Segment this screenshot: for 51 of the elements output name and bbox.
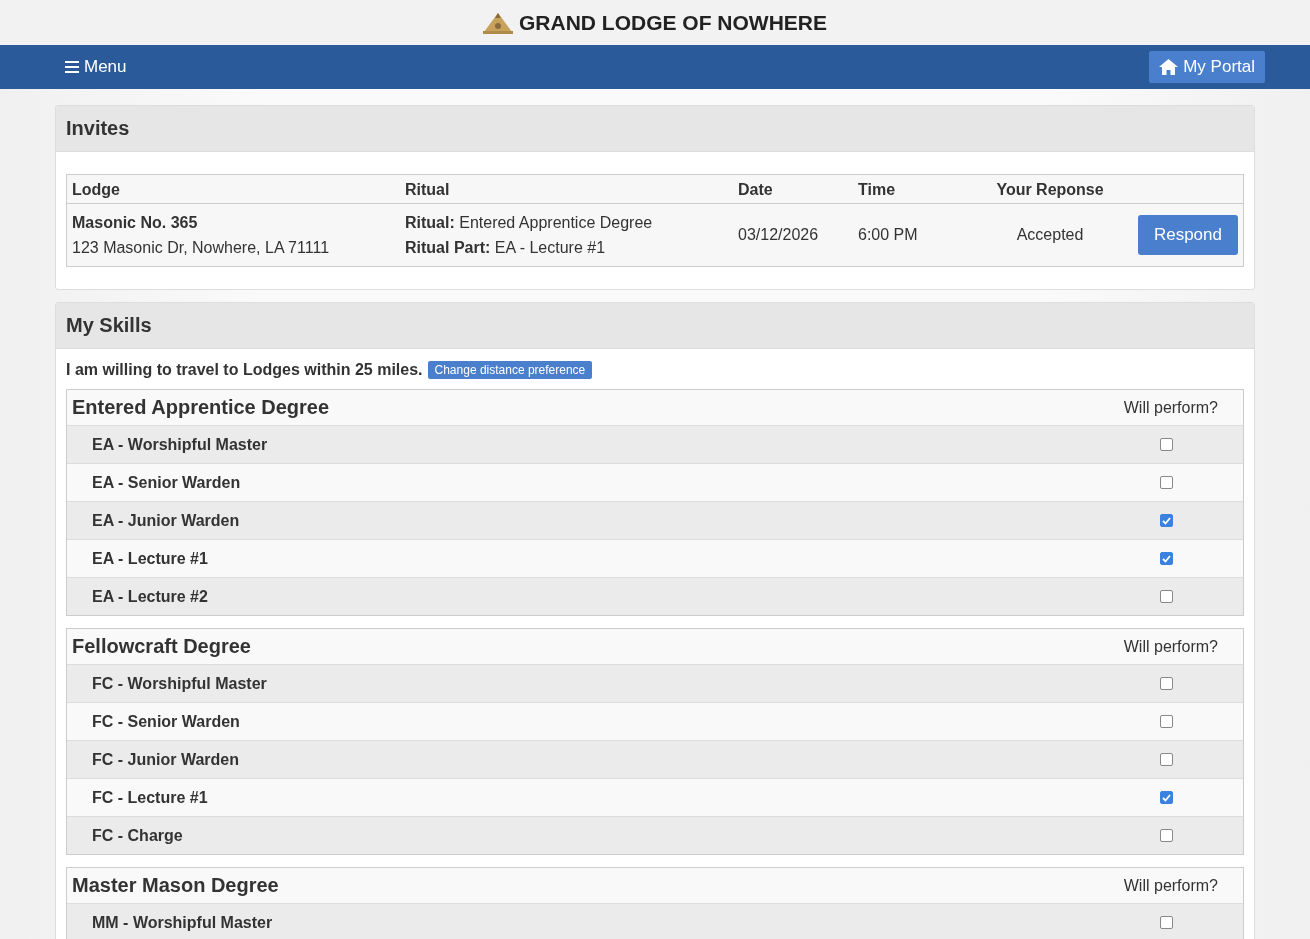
column-header: Time bbox=[853, 174, 983, 204]
perform-checkbox[interactable] bbox=[1160, 753, 1173, 766]
skill-label: FC - Worshipful Master bbox=[92, 674, 267, 693]
lodge-address: 123 Masonic Dr, Nowhere, LA 71111 bbox=[72, 238, 331, 258]
degree-title: Master Mason Degree bbox=[72, 874, 279, 897]
time-text: 6:00 PM bbox=[858, 226, 918, 243]
column-header: Lodge bbox=[66, 174, 400, 204]
perform-checkbox[interactable] bbox=[1160, 476, 1173, 489]
skill-label: EA - Lecture #1 bbox=[92, 549, 208, 568]
degree-title: Fellowcraft Degree bbox=[72, 635, 251, 658]
column-label: Will perform? bbox=[1123, 398, 1218, 417]
perform-checkbox[interactable] bbox=[1160, 590, 1173, 603]
column-label: Will perform? bbox=[1123, 637, 1218, 656]
degree-title: Entered Apprentice Degree bbox=[72, 396, 330, 419]
distance-text: I am willing to travel to Lodges within 25 miles. bbox=[66, 361, 423, 379]
skill-label: FC - Junior Warden bbox=[92, 750, 239, 769]
card-title: My Skills bbox=[66, 314, 152, 337]
perform-checkbox[interactable] bbox=[1160, 438, 1173, 451]
perform-checkbox[interactable] bbox=[1160, 829, 1173, 842]
skill-label: FC - Charge bbox=[92, 826, 183, 845]
date-text: 03/12/2026 bbox=[738, 226, 819, 243]
perform-checkbox[interactable] bbox=[1160, 514, 1173, 527]
perform-checkbox[interactable] bbox=[1160, 916, 1173, 929]
skill-label: FC - Senior Warden bbox=[92, 712, 240, 731]
pyramid-logo-icon bbox=[483, 11, 513, 34]
perform-checkbox[interactable] bbox=[1160, 791, 1173, 804]
column-header: Ritual bbox=[400, 174, 733, 204]
skill-label: MM - Worshipful Master bbox=[92, 913, 273, 932]
column-label: Will perform? bbox=[1123, 876, 1218, 895]
skill-label: FC - Lecture #1 bbox=[92, 788, 208, 807]
perform-checkbox[interactable] bbox=[1160, 715, 1173, 728]
lodge-name: Masonic No. 365 bbox=[72, 213, 199, 233]
ritual-text: Ritual: Entered Apprentice Degree bbox=[405, 213, 654, 233]
card-title: Invites bbox=[66, 117, 130, 140]
change-distance-button[interactable]: Change distance preference bbox=[427, 361, 593, 379]
perform-checkbox[interactable] bbox=[1160, 552, 1173, 565]
column-header: Date bbox=[733, 174, 853, 204]
skill-label: EA - Junior Warden bbox=[92, 511, 240, 530]
response-text: Accepted bbox=[1016, 226, 1084, 243]
home-icon bbox=[1159, 59, 1179, 75]
menu-link[interactable]: Menu bbox=[65, 57, 127, 77]
portal-button[interactable]: My Portal bbox=[1149, 51, 1265, 83]
site-title: GRAND LODGE OF NOWHERE bbox=[519, 10, 827, 35]
skill-label: EA - Lecture #2 bbox=[92, 587, 208, 606]
skill-label: EA - Senior Warden bbox=[92, 473, 241, 492]
ritual-part-text: Ritual Part: EA - Lecture #1 bbox=[405, 238, 607, 258]
menu-icon bbox=[65, 61, 79, 73]
perform-checkbox[interactable] bbox=[1160, 677, 1173, 690]
respond-button[interactable]: Respond bbox=[1137, 215, 1238, 255]
column-header: Your Reponse bbox=[983, 174, 1118, 204]
skill-label: EA - Worshipful Master bbox=[92, 435, 268, 454]
